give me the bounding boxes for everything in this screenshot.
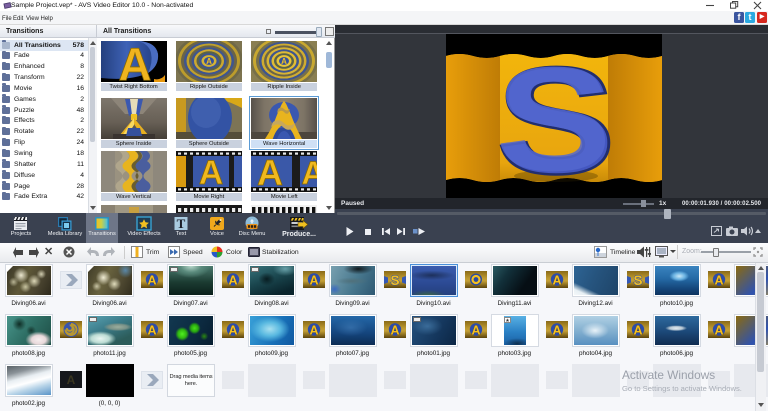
svg-text:A: A: [228, 324, 237, 338]
svg-text:A: A: [552, 324, 561, 338]
svg-text:A: A: [67, 373, 76, 387]
svg-text:A: A: [390, 324, 399, 338]
svg-text:A: A: [471, 324, 480, 338]
svg-text:A: A: [302, 155, 318, 191]
svg-text:A: A: [147, 274, 156, 288]
svg-text:A: A: [633, 324, 642, 338]
svg-text:A: A: [281, 56, 287, 65]
svg-text:S: S: [390, 273, 399, 288]
svg-text:A: A: [257, 152, 283, 192]
svg-text:A: A: [714, 274, 723, 288]
svg-text:A: A: [206, 56, 212, 65]
svg-text:A: A: [309, 324, 318, 338]
svg-text:A: A: [118, 41, 151, 82]
svg-text:A: A: [199, 154, 224, 192]
svg-text:A: A: [309, 274, 318, 288]
svg-text:A: A: [228, 274, 237, 288]
svg-text:S: S: [495, 37, 611, 198]
svg-text:A: A: [714, 324, 723, 338]
svg-text:S: S: [633, 273, 642, 288]
svg-text:T: T: [177, 216, 186, 231]
svg-text:A: A: [552, 274, 561, 288]
svg-text:A: A: [147, 324, 156, 338]
